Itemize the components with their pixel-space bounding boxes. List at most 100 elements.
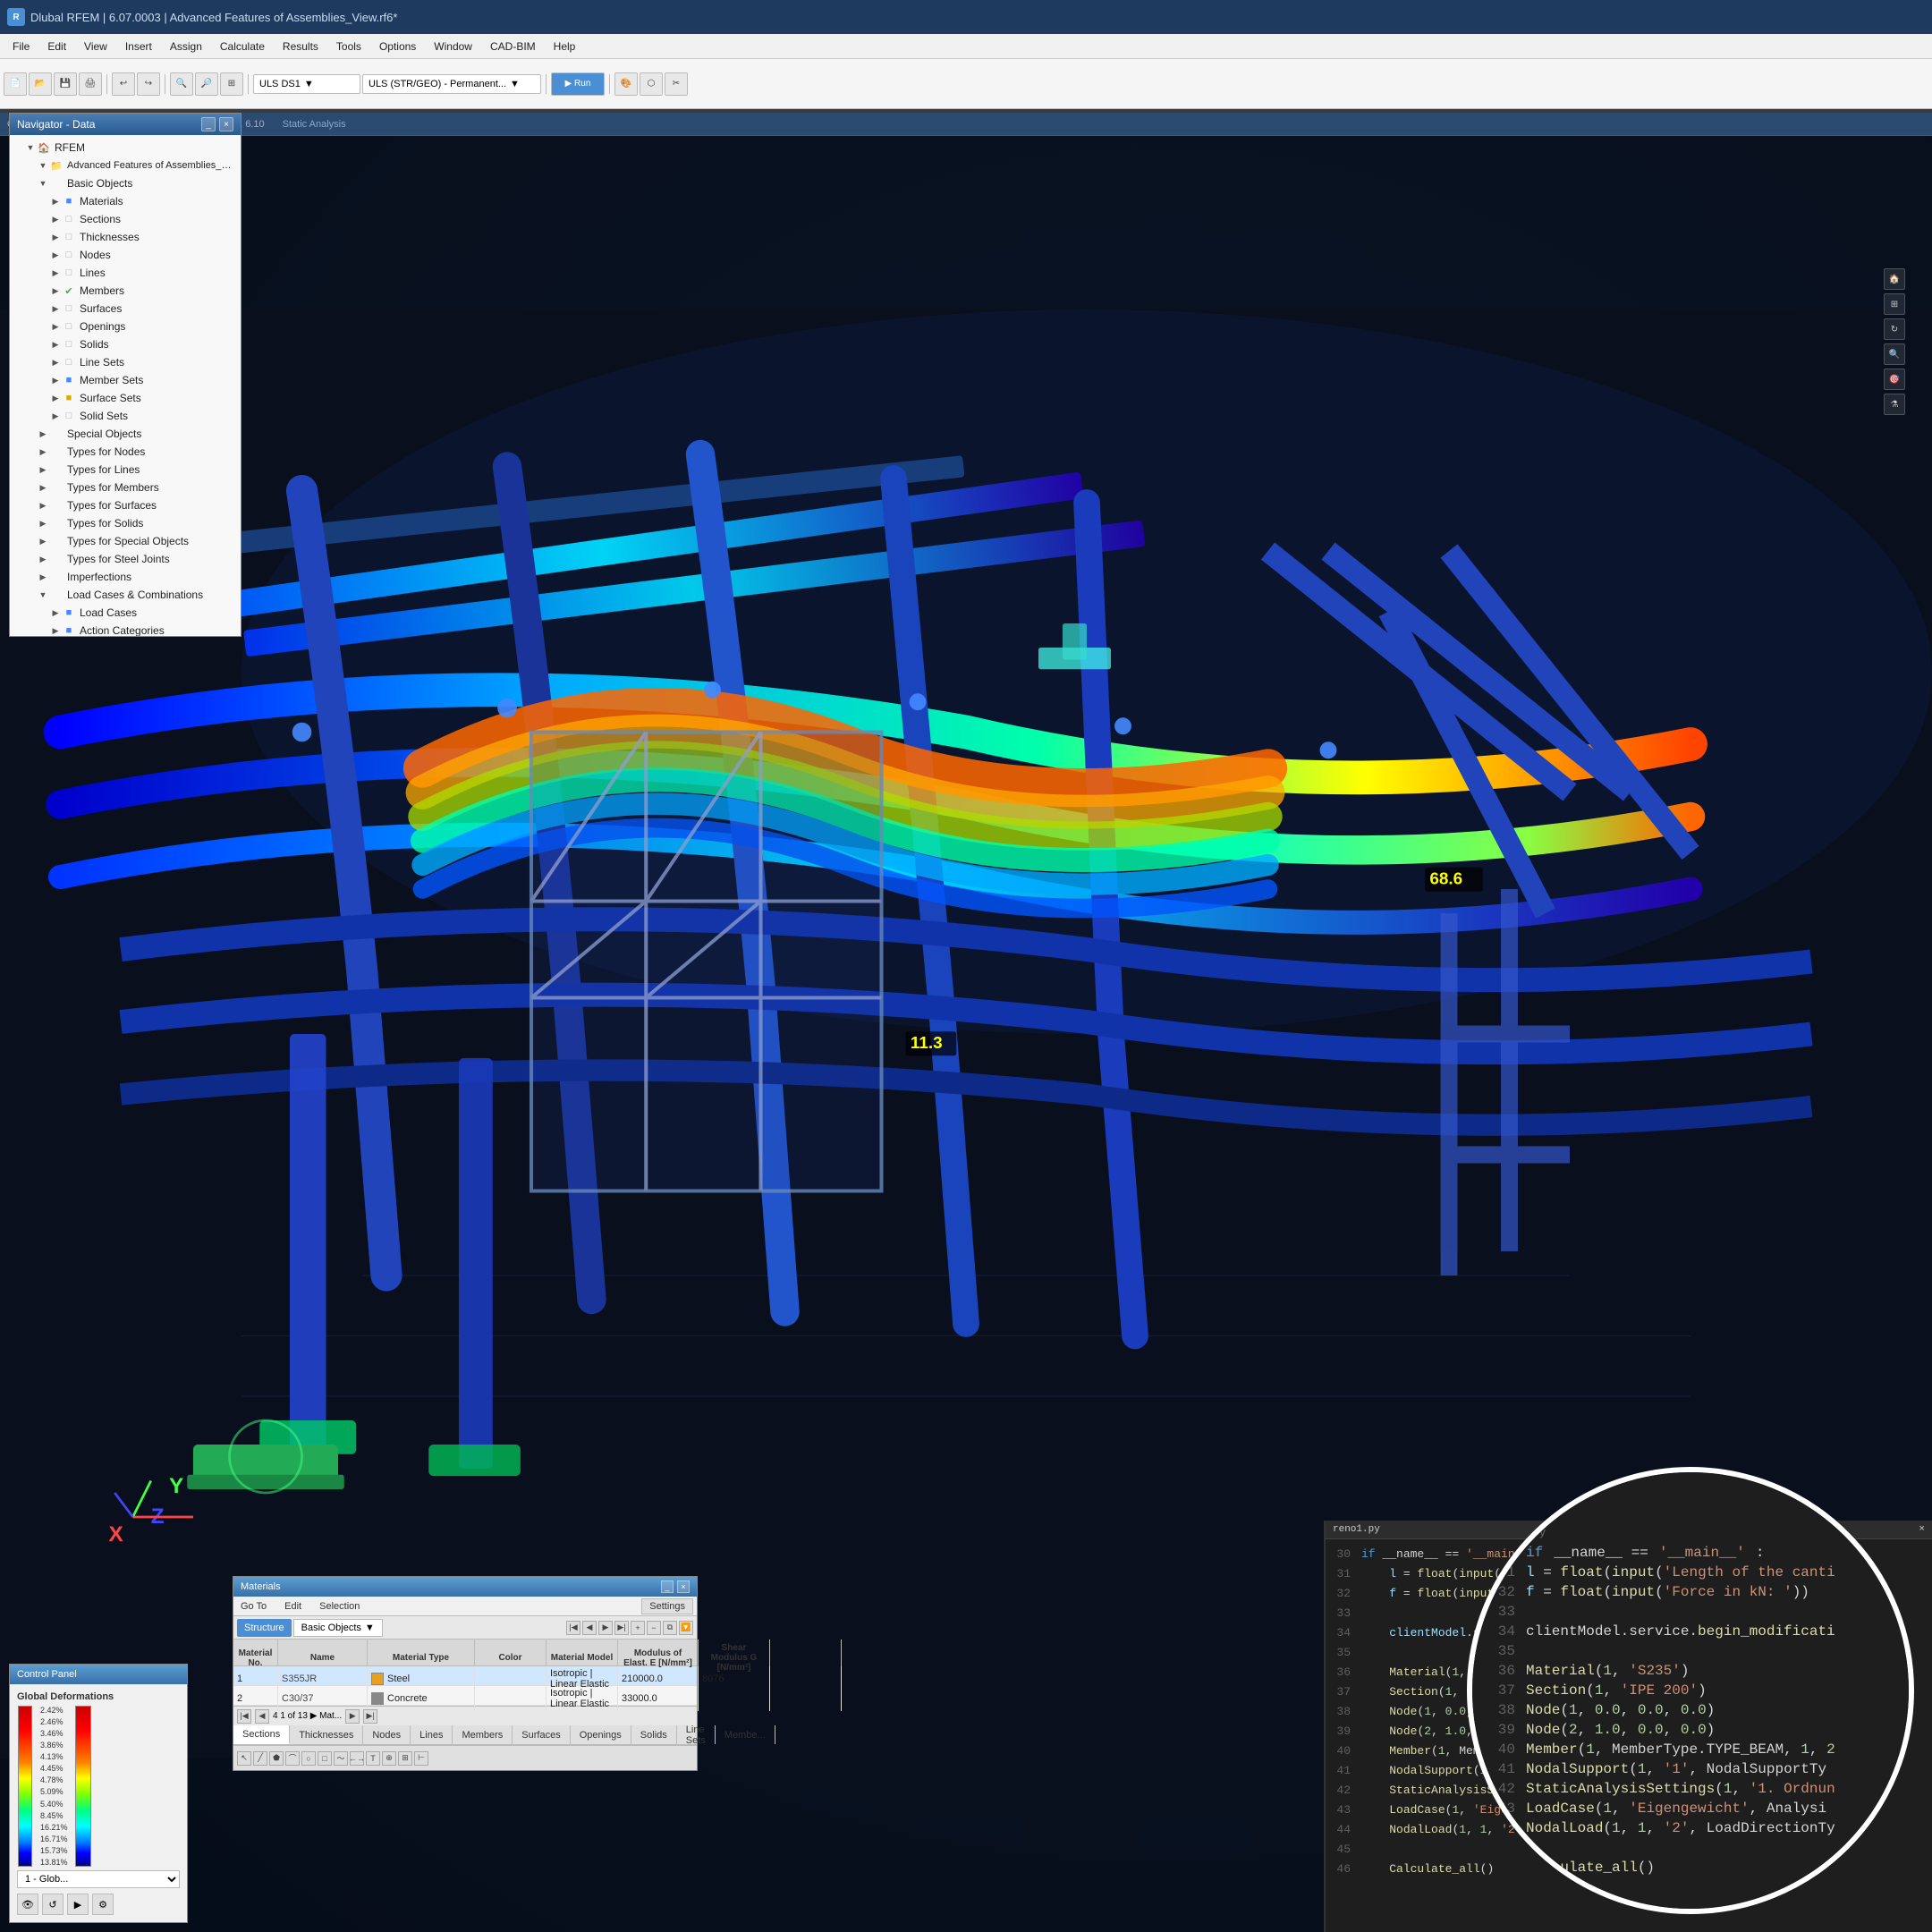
menu-selection[interactable]: Selection [316, 1601, 363, 1612]
nav-item-model[interactable]: ▼ 📁 Advanced Features of Assemblies_View… [10, 157, 241, 174]
tab-solids[interactable]: Solids [631, 1725, 677, 1744]
render-btn[interactable]: 🎨 [614, 72, 638, 96]
deform-settings-btn[interactable]: ⚙ [92, 1894, 114, 1915]
structure-btn[interactable]: Structure [237, 1619, 292, 1637]
nav-item-types-special[interactable]: ▶ Types for Special Objects [10, 532, 241, 550]
zoom-in-btn[interactable]: 🔍 [170, 72, 193, 96]
draw-spline[interactable]: 〜 [334, 1751, 348, 1766]
nav-item-sections[interactable]: ▶ □ Sections [10, 210, 241, 228]
tab-members[interactable]: Members [453, 1725, 513, 1744]
view-btn-5[interactable]: 🎯 [1884, 369, 1905, 390]
deform-eye-btn[interactable]: 👁 [17, 1894, 38, 1915]
view-btn-4[interactable]: 🔍 [1884, 343, 1905, 365]
view-btn-6[interactable]: ⚗ [1884, 394, 1905, 415]
materials-row-1[interactable]: 1 S355JR Steel Isotropic | Linear Elasti… [233, 1666, 697, 1686]
fit-btn[interactable]: ⊞ [220, 72, 243, 96]
tab-surfaces[interactable]: Surfaces [513, 1725, 570, 1744]
draw-snap[interactable]: ⊕ [382, 1751, 396, 1766]
draw-arc[interactable]: ⌒ [285, 1751, 300, 1766]
nav-item-line-sets[interactable]: ▶ □ Line Sets [10, 353, 241, 371]
nav-minimize-btn[interactable]: _ [201, 117, 216, 131]
draw-text[interactable]: T [366, 1751, 380, 1766]
nav-item-imperfections[interactable]: ▶ Imperfections [10, 568, 241, 586]
undo-btn[interactable]: ↩ [112, 72, 135, 96]
view-btn-2[interactable]: ⊞ [1884, 293, 1905, 315]
nav-item-types-nodes[interactable]: ▶ Types for Nodes [10, 443, 241, 461]
nav-item-nodes[interactable]: ▶ □ Nodes [10, 246, 241, 264]
tb-copy[interactable]: ⧉ [663, 1621, 677, 1635]
nav-close-btn[interactable]: × [219, 117, 233, 131]
draw-ortho[interactable]: ⊢ [414, 1751, 428, 1766]
nav-item-types-solids[interactable]: ▶ Types for Solids [10, 514, 241, 532]
view-btn-3[interactable]: ↻ [1884, 318, 1905, 340]
save-btn[interactable]: 💾 [54, 72, 77, 96]
tb-delete[interactable]: − [647, 1621, 661, 1635]
tab-membe[interactable]: Membe... [716, 1725, 775, 1744]
tb-last[interactable]: ▶| [614, 1621, 629, 1635]
nav-item-member-sets[interactable]: ▶ ■ Member Sets [10, 371, 241, 389]
nav-item-load-cases[interactable]: ▼ Load Cases & Combinations [10, 586, 241, 604]
nav-item-solids[interactable]: ▶ □ Solids [10, 335, 241, 353]
nav-item-action-cat[interactable]: ▶ ■ Action Categories [10, 622, 241, 636]
draw-line[interactable]: ╱ [253, 1751, 267, 1766]
menu-results[interactable]: Results [274, 34, 327, 58]
nav-last[interactable]: ▶| [363, 1709, 377, 1724]
tab-openings[interactable]: Openings [571, 1725, 631, 1744]
tb-add[interactable]: + [631, 1621, 645, 1635]
draw-poly[interactable]: ⬟ [269, 1751, 284, 1766]
design-situation-dropdown[interactable]: ULS DS1 ▼ [253, 74, 360, 94]
zoom-out-btn[interactable]: 🔎 [195, 72, 218, 96]
materials-close-btn[interactable]: × [677, 1580, 690, 1593]
tab-sections[interactable]: Sections [233, 1725, 290, 1744]
materials-row-2[interactable]: 2 C30/37 Concrete Isotropic | Linear Ela… [233, 1686, 697, 1706]
menu-view[interactable]: View [75, 34, 116, 58]
new-btn[interactable]: 📄 [4, 72, 27, 96]
menu-file[interactable]: File [4, 34, 38, 58]
draw-grid[interactable]: ⊞ [398, 1751, 412, 1766]
view-btn-1[interactable]: 🏠 [1884, 268, 1905, 290]
nav-next[interactable]: ▶ [345, 1709, 360, 1724]
nav-item-rfem[interactable]: ▼ 🏠 RFEM [10, 139, 241, 157]
nav-item-solid-sets[interactable]: ▶ □ Solid Sets [10, 407, 241, 425]
menu-tools[interactable]: Tools [327, 34, 370, 58]
nav-item-surface-sets[interactable]: ▶ ■ Surface Sets [10, 389, 241, 407]
menu-options[interactable]: Options [370, 34, 425, 58]
run-btn[interactable]: ▶ Run [551, 72, 605, 96]
menu-goto[interactable]: Go To [237, 1601, 270, 1612]
tab-line-sets[interactable]: Line Sets [677, 1725, 716, 1744]
menu-help[interactable]: Help [545, 34, 585, 58]
menu-cad-bim[interactable]: CAD-BIM [481, 34, 545, 58]
tb-next[interactable]: ▶ [598, 1621, 613, 1635]
nav-item-members[interactable]: ▶ ✔ Members [10, 282, 241, 300]
basic-objects-dropdown[interactable]: Basic Objects ▼ [293, 1619, 383, 1637]
draw-rect[interactable]: □ [318, 1751, 332, 1766]
deform-reset-btn[interactable]: ↺ [42, 1894, 64, 1915]
nav-item-openings[interactable]: ▶ □ Openings [10, 318, 241, 335]
draw-measure[interactable]: ←→ [350, 1751, 364, 1766]
menu-assign[interactable]: Assign [161, 34, 211, 58]
wire-btn[interactable]: ⬡ [640, 72, 663, 96]
nav-first[interactable]: |◀ [237, 1709, 251, 1724]
nav-item-types-steel[interactable]: ▶ Types for Steel Joints [10, 550, 241, 568]
nav-item-types-surfaces[interactable]: ▶ Types for Surfaces [10, 496, 241, 514]
code-close-btn[interactable]: × [1919, 1524, 1925, 1535]
nav-item-types-lines[interactable]: ▶ Types for Lines [10, 461, 241, 479]
nav-item-lc[interactable]: ▶ ■ Load Cases [10, 604, 241, 622]
nav-prev[interactable]: ◀ [255, 1709, 269, 1724]
menu-calculate[interactable]: Calculate [211, 34, 274, 58]
draw-cursor[interactable]: ↖ [237, 1751, 251, 1766]
tab-lines[interactable]: Lines [411, 1725, 453, 1744]
section-btn[interactable]: ✂ [665, 72, 688, 96]
open-btn[interactable]: 📂 [29, 72, 52, 96]
tb-prev[interactable]: ◀ [582, 1621, 597, 1635]
deformation-combo[interactable]: 1 - Glob... [17, 1870, 180, 1888]
nav-item-thicknesses[interactable]: ▶ □ Thicknesses [10, 228, 241, 246]
menu-insert[interactable]: Insert [116, 34, 161, 58]
menu-window[interactable]: Window [425, 34, 481, 58]
deform-play-btn[interactable]: ▶ [67, 1894, 89, 1915]
nav-item-surfaces[interactable]: ▶ □ Surfaces [10, 300, 241, 318]
nav-item-basic-objects[interactable]: ▼ Basic Objects [10, 174, 241, 192]
print-btn[interactable]: 🖨 [79, 72, 102, 96]
nav-item-materials[interactable]: ▶ ■ Materials [10, 192, 241, 210]
menu-edit[interactable]: Edit [38, 34, 75, 58]
